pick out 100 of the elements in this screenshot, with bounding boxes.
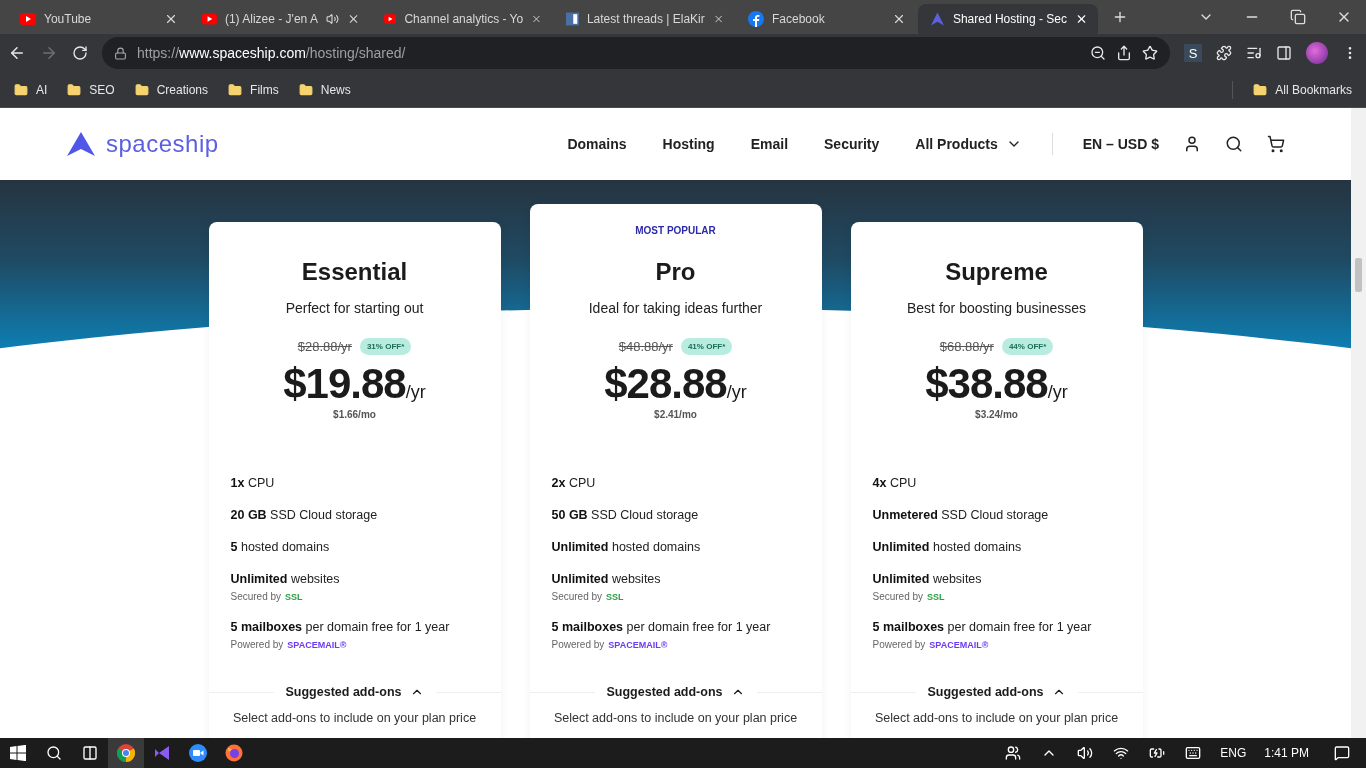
new-tab-icon[interactable] <box>1112 9 1128 25</box>
discount-badge: 44% OFF* <box>1001 338 1054 355</box>
feature-text: Unlimited websites <box>230 572 341 586</box>
star-icon[interactable] <box>1142 45 1158 61</box>
battery-icon[interactable] <box>1149 745 1166 761</box>
people-icon[interactable] <box>1005 745 1022 761</box>
search-icon[interactable] <box>46 745 62 761</box>
language-indicator[interactable]: ENG <box>1211 746 1256 760</box>
nav-link[interactable]: Hosting <box>662 136 715 152</box>
feature-note: Powered by <box>230 639 284 650</box>
bookmark-folder[interactable]: News <box>298 82 351 97</box>
monthly-price: $3.24/mo <box>975 409 1018 420</box>
cart-icon[interactable] <box>1267 135 1285 153</box>
nav-link[interactable]: Domains <box>567 136 627 152</box>
bookmark-folder[interactable]: All Bookmarks <box>1253 82 1352 97</box>
feature-text: 50 GB SSD Cloud storage <box>551 508 700 522</box>
bookmark-folder[interactable]: Films <box>228 82 279 97</box>
puzzle-icon[interactable] <box>1216 45 1232 61</box>
old-price: $68.88/yr <box>939 339 994 354</box>
zoom-out-icon[interactable] <box>1090 45 1106 61</box>
folder-icon <box>14 82 28 97</box>
browser-tab[interactable]: Channel analytics - Yo <box>372 4 552 34</box>
folder-icon <box>134 82 149 97</box>
brand-label: SSL <box>927 592 945 602</box>
close-icon[interactable] <box>164 12 178 26</box>
addons-description: Select add-ons to include on your plan price <box>232 711 477 725</box>
reload-icon[interactable] <box>72 45 88 61</box>
browser-tab[interactable]: (1) Alizee - J'en A <box>190 4 370 34</box>
feature-note: Secured by <box>551 591 603 602</box>
feature-text: 20 GB SSD Cloud storage <box>230 508 379 522</box>
nav-link[interactable]: All Products <box>915 136 1022 152</box>
folder-icon <box>298 82 313 97</box>
back-icon[interactable] <box>8 44 26 62</box>
feature-text: Unlimited websites <box>551 572 662 586</box>
feature-text: 4x CPU <box>872 476 918 490</box>
price-unit: /yr <box>1047 382 1068 403</box>
folder-icon <box>67 82 82 97</box>
feature-text: 2x CPU <box>551 476 597 490</box>
triangle-logo-icon <box>930 11 945 27</box>
profile-avatar[interactable] <box>1306 42 1328 64</box>
brand-label: SPACEMAIL® <box>608 640 668 650</box>
browser-tab[interactable]: YouTube <box>8 4 188 34</box>
browser-tab[interactable]: Shared Hosting - Sec <box>918 4 1098 34</box>
restore-icon[interactable] <box>1290 9 1306 25</box>
locale-selector[interactable]: EN – USD $ <box>1082 136 1159 152</box>
plan-tagline: Best for boosting businesses <box>907 300 1086 316</box>
feature-text: 1x CPU <box>230 476 276 490</box>
media-list-icon[interactable] <box>1246 45 1262 61</box>
close-icon[interactable] <box>892 12 906 26</box>
plan-name: Pro <box>655 258 696 286</box>
brand-label: SPACEMAIL® <box>929 640 989 650</box>
scrollbar[interactable] <box>1351 108 1366 738</box>
video-play-icon <box>202 13 217 25</box>
lock-icon <box>114 46 127 60</box>
brand-label: SSL <box>606 592 624 602</box>
feature-note: Secured by <box>230 591 282 602</box>
bookmark-folder[interactable]: AI <box>14 82 48 97</box>
share-icon[interactable] <box>1116 45 1132 61</box>
notification-icon[interactable] <box>1334 745 1350 761</box>
feature-note: Secured by <box>872 591 924 602</box>
wifi-icon[interactable] <box>1113 745 1130 761</box>
nav-link[interactable]: Email <box>750 136 789 152</box>
volume-icon[interactable] <box>1077 745 1094 761</box>
nav-link[interactable]: Security <box>824 136 880 152</box>
addons-toggle[interactable]: Suggested add-ons <box>594 685 757 699</box>
plan-price: $28.88 <box>604 361 727 407</box>
extension-icon[interactable]: S <box>1184 44 1202 62</box>
addons-toggle[interactable]: Suggested add-ons <box>273 685 436 699</box>
addons-toggle[interactable]: Suggested add-ons <box>915 685 1078 699</box>
feature-text: 5 mailboxes per domain free for 1 year <box>551 620 772 634</box>
facebook-icon <box>748 11 764 27</box>
feature-text: Unlimited hosted domains <box>551 540 702 554</box>
discount-badge: 31% OFF* <box>359 338 412 355</box>
site-logo[interactable]: spaceship <box>66 130 219 158</box>
feature-note: Powered by <box>872 639 926 650</box>
plan-tagline: Perfect for starting out <box>285 300 424 316</box>
browser-tab[interactable]: Latest threads | ElaKir <box>554 4 734 34</box>
chrome-icon[interactable] <box>108 738 144 768</box>
feature-text: 5 hosted domains <box>230 540 331 554</box>
forum-icon <box>566 11 579 27</box>
bookmark-folder[interactable]: Creations <box>134 82 209 97</box>
feature-text: Unlimited websites <box>872 572 983 586</box>
search-icon[interactable] <box>1225 135 1243 153</box>
side-panel-icon[interactable] <box>1276 45 1292 61</box>
monthly-price: $2.41/mo <box>654 409 697 420</box>
task-view-icon[interactable] <box>82 745 98 761</box>
addons-description: Select add-ons to include on your plan price <box>553 711 798 725</box>
browser-tab[interactable]: Facebook <box>736 4 916 34</box>
user-icon[interactable] <box>1183 135 1201 153</box>
feature-text: 5 mailboxes per domain free for 1 year <box>230 620 451 634</box>
bookmark-folder[interactable]: SEO <box>67 82 115 97</box>
clock-text[interactable]: 1:41 PM <box>1255 746 1318 760</box>
folder-icon <box>228 82 243 97</box>
address-bar[interactable]: https://www.spaceship.com/hosting/shared/ <box>102 37 1170 69</box>
price-unit: /yr <box>405 382 426 403</box>
plan-name: Supreme <box>945 258 1048 286</box>
keyboard-icon[interactable] <box>1185 745 1202 761</box>
speaker-icon[interactable] <box>325 12 339 26</box>
folder-icon <box>1253 82 1268 97</box>
feature-note: Powered by <box>551 639 605 650</box>
